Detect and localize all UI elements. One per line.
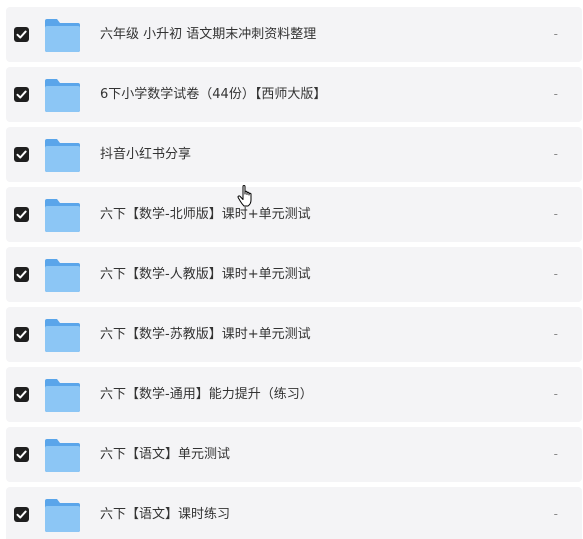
file-meta: - [553,147,558,161]
file-name[interactable]: 六下【数学-北师版】课时+单元测试 [100,187,311,242]
folder-icon [45,319,80,352]
folder-icon [45,259,80,292]
file-meta: - [553,27,558,41]
row-checkbox[interactable] [14,207,29,222]
file-row[interactable]: 六下【数学-人教版】课时+单元测试 - [6,247,582,302]
folder-icon [45,499,80,532]
folder-icon [45,79,80,112]
file-meta: - [553,507,558,521]
file-list: 六年级 小升初 语文期末冲刺资料整理 - 6下小学数学试卷（44份）【西师大版】… [0,0,583,539]
checkmark-icon [16,510,27,519]
file-meta: - [553,387,558,401]
file-name[interactable]: 六年级 小升初 语文期末冲刺资料整理 [100,7,316,62]
file-row[interactable]: 六下【数学-苏教版】课时+单元测试 - [6,307,582,362]
file-row[interactable]: 抖音小红书分享 - [6,127,582,182]
file-meta: - [553,327,558,341]
file-name[interactable]: 抖音小红书分享 [100,127,191,182]
file-name[interactable]: 六下【语文】单元测试 [100,427,230,482]
file-meta: - [553,447,558,461]
checkmark-icon [16,30,27,39]
checkmark-icon [16,90,27,99]
folder-icon [45,19,80,52]
file-meta: - [553,87,558,101]
file-row[interactable]: 6下小学数学试卷（44份）【西师大版】 - [6,67,582,122]
file-row[interactable]: 六下【数学-北师版】课时+单元测试 - [6,187,582,242]
row-checkbox[interactable] [14,27,29,42]
checkmark-icon [16,450,27,459]
row-checkbox[interactable] [14,87,29,102]
folder-icon [45,139,80,172]
row-checkbox[interactable] [14,147,29,162]
row-checkbox[interactable] [14,327,29,342]
row-checkbox[interactable] [14,447,29,462]
checkmark-icon [16,270,27,279]
folder-icon [45,199,80,232]
checkmark-icon [16,150,27,159]
row-checkbox[interactable] [14,507,29,522]
file-row[interactable]: 六下【数学-通用】能力提升（练习） - [6,367,582,422]
file-name[interactable]: 六下【语文】课时练习 [100,487,230,539]
folder-icon [45,379,80,412]
file-meta: - [553,207,558,221]
row-checkbox[interactable] [14,387,29,402]
checkmark-icon [16,330,27,339]
file-name[interactable]: 6下小学数学试卷（44份）【西师大版】 [100,67,326,122]
file-row[interactable]: 六下【语文】课时练习 - [6,487,582,539]
folder-icon [45,439,80,472]
checkmark-icon [16,390,27,399]
file-row[interactable]: 六下【语文】单元测试 - [6,427,582,482]
checkmark-icon [16,210,27,219]
file-row[interactable]: 六年级 小升初 语文期末冲刺资料整理 - [6,7,582,62]
file-name[interactable]: 六下【数学-苏教版】课时+单元测试 [100,307,311,362]
file-name[interactable]: 六下【数学-通用】能力提升（练习） [100,367,313,422]
file-name[interactable]: 六下【数学-人教版】课时+单元测试 [100,247,311,302]
file-meta: - [553,267,558,281]
row-checkbox[interactable] [14,267,29,282]
